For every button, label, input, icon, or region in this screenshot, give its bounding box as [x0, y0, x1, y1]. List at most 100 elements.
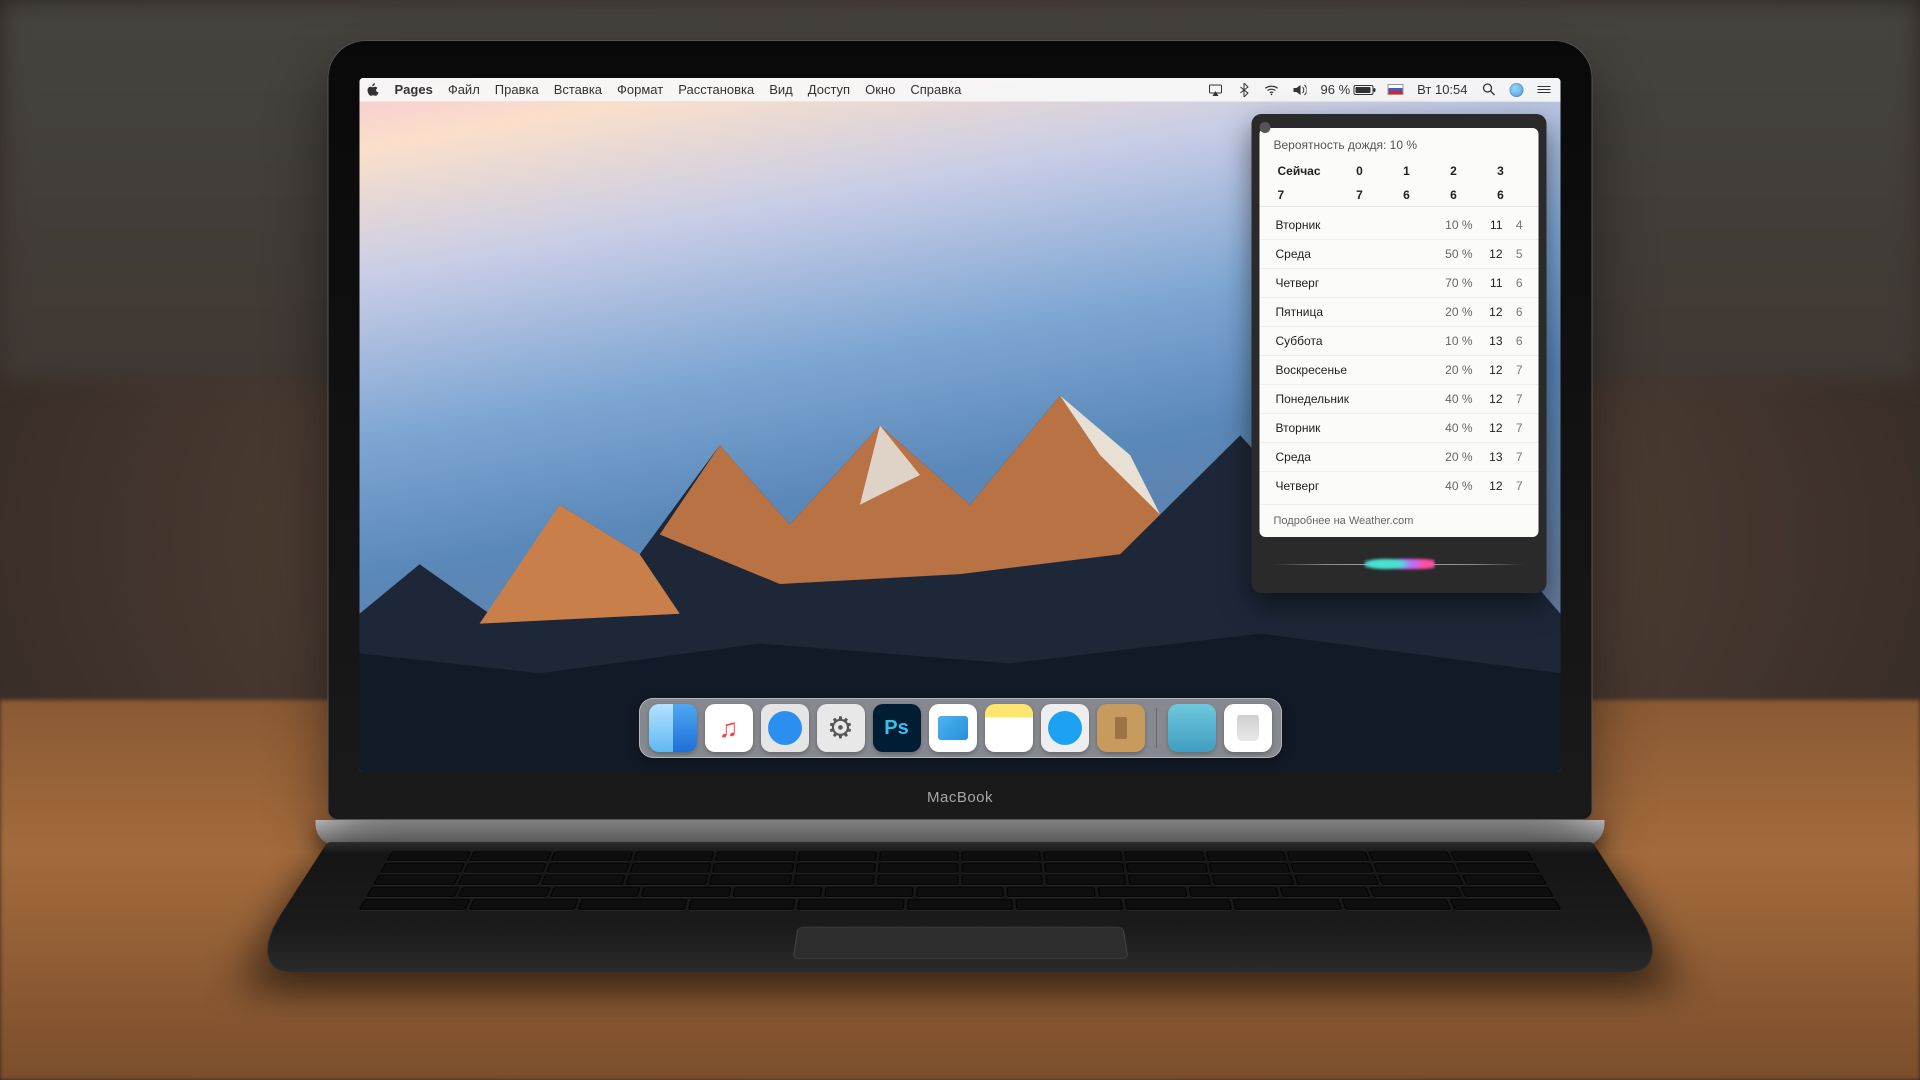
weather-day-row: Четверг40 %127 — [1260, 472, 1539, 500]
keyboard — [358, 851, 1561, 910]
menubar-item[interactable]: Формат — [617, 82, 663, 97]
dock-app-finder[interactable] — [649, 704, 697, 752]
weather-daily-list: Вторник10 %114Среда50 %125Четверг70 %116… — [1260, 206, 1539, 504]
dock-trash[interactable] — [1224, 704, 1272, 752]
laptop-base — [244, 842, 1677, 972]
siri-icon[interactable] — [1510, 83, 1524, 97]
dock-app-music[interactable] — [705, 704, 753, 752]
day-high: 12 — [1473, 305, 1503, 319]
weather-day-row: Вторник40 %127 — [1260, 414, 1539, 443]
day-low: 6 — [1503, 305, 1523, 319]
dock-app-safari[interactable] — [761, 704, 809, 752]
day-name: Среда — [1276, 450, 1427, 464]
weather-day-row: Среда20 %137 — [1260, 443, 1539, 472]
day-low: 7 — [1503, 421, 1523, 435]
day-precip: 10 % — [1427, 218, 1473, 232]
day-precip: 10 % — [1427, 334, 1473, 348]
battery-status[interactable]: 96 % — [1321, 82, 1374, 97]
dock-app-system-preferences[interactable] — [817, 704, 865, 752]
menubar-item[interactable]: Вставка — [554, 82, 602, 97]
weather-day-row: Суббота10 %136 — [1260, 327, 1539, 356]
weather-day-row: Пятница20 %126 — [1260, 298, 1539, 327]
menubar-item[interactable]: Правка — [495, 82, 539, 97]
day-high: 12 — [1473, 392, 1503, 406]
menubar-app-name[interactable]: Pages — [395, 82, 433, 97]
wifi-icon[interactable] — [1265, 83, 1279, 97]
menubar: Pages Файл Правка Вставка Формат Расстан… — [360, 78, 1561, 102]
dock-app-preview[interactable] — [929, 704, 977, 752]
input-source-flag-icon[interactable] — [1387, 84, 1403, 95]
day-low: 7 — [1503, 479, 1523, 493]
day-name: Понедельник — [1276, 392, 1427, 406]
day-high: 11 — [1473, 218, 1503, 232]
day-low: 6 — [1503, 334, 1523, 348]
day-precip: 50 % — [1427, 247, 1473, 261]
dock-app-displays[interactable] — [1168, 704, 1216, 752]
laptop-brand-label: MacBook — [927, 789, 993, 806]
volume-icon[interactable] — [1293, 83, 1307, 97]
weather-hour-values: 7 7 6 6 6 — [1260, 182, 1539, 206]
day-high: 11 — [1473, 276, 1503, 290]
siri-waveform-icon[interactable] — [1260, 543, 1539, 585]
day-name: Вторник — [1276, 421, 1427, 435]
apple-menu-icon[interactable] — [366, 83, 380, 97]
dock-app-notes[interactable] — [985, 704, 1033, 752]
day-name: Пятница — [1276, 305, 1427, 319]
weather-header: Вероятность дождя: 10 % — [1260, 128, 1539, 158]
weather-card: Вероятность дождя: 10 % Сейчас 0 1 2 3 7… — [1260, 128, 1539, 537]
day-precip: 40 % — [1427, 392, 1473, 406]
weather-footer-link[interactable]: Подробнее на Weather.com — [1260, 504, 1539, 537]
day-high: 13 — [1473, 450, 1503, 464]
day-low: 7 — [1503, 363, 1523, 377]
menubar-item[interactable]: Вид — [769, 82, 793, 97]
menubar-item[interactable]: Файл — [448, 82, 480, 97]
weather-day-row: Четверг70 %116 — [1260, 269, 1539, 298]
trackpad — [792, 927, 1128, 959]
day-high: 13 — [1473, 334, 1503, 348]
weather-hour-labels: Сейчас 0 1 2 3 — [1260, 158, 1539, 182]
notification-center-icon[interactable] — [1538, 86, 1551, 93]
dock-separator — [1156, 708, 1157, 748]
weather-day-row: Среда50 %125 — [1260, 240, 1539, 269]
menubar-clock[interactable]: Вт 10:54 — [1417, 82, 1467, 97]
day-low: 7 — [1503, 392, 1523, 406]
menubar-item[interactable]: Справка — [910, 82, 961, 97]
day-low: 5 — [1503, 247, 1523, 261]
day-precip: 70 % — [1427, 276, 1473, 290]
airplay-icon[interactable] — [1209, 83, 1223, 97]
day-precip: 20 % — [1427, 363, 1473, 377]
day-name: Четверг — [1276, 276, 1427, 290]
macos-screen: Pages Файл Правка Вставка Формат Расстан… — [360, 78, 1561, 772]
day-low: 4 — [1503, 218, 1523, 232]
day-low: 6 — [1503, 276, 1523, 290]
day-precip: 20 % — [1427, 450, 1473, 464]
weather-day-row: Воскресенье20 %127 — [1260, 356, 1539, 385]
siri-result-panel: Вероятность дождя: 10 % Сейчас 0 1 2 3 7… — [1252, 114, 1547, 593]
spotlight-icon[interactable] — [1482, 83, 1496, 97]
day-high: 12 — [1473, 421, 1503, 435]
day-name: Вторник — [1276, 218, 1427, 232]
day-high: 12 — [1473, 363, 1503, 377]
menubar-item[interactable]: Расстановка — [678, 82, 754, 97]
day-high: 12 — [1473, 479, 1503, 493]
weather-day-row: Вторник10 %114 — [1260, 211, 1539, 240]
bluetooth-icon[interactable] — [1237, 83, 1251, 97]
dock-app-twitter[interactable] — [1041, 704, 1089, 752]
menubar-item[interactable]: Окно — [865, 82, 895, 97]
dock — [639, 698, 1282, 758]
day-name: Четверг — [1276, 479, 1427, 493]
dock-app-photoshop[interactable] — [873, 704, 921, 752]
day-low: 7 — [1503, 450, 1523, 464]
day-precip: 40 % — [1427, 421, 1473, 435]
battery-percent: 96 % — [1321, 82, 1351, 97]
laptop: Pages Файл Правка Вставка Формат Расстан… — [328, 40, 1593, 1042]
day-high: 12 — [1473, 247, 1503, 261]
day-precip: 40 % — [1427, 479, 1473, 493]
day-precip: 20 % — [1427, 305, 1473, 319]
dock-app-contacts[interactable] — [1097, 704, 1145, 752]
day-name: Суббота — [1276, 334, 1427, 348]
weather-day-row: Понедельник40 %127 — [1260, 385, 1539, 414]
screen-bezel: Pages Файл Правка Вставка Формат Расстан… — [328, 40, 1593, 820]
close-icon[interactable] — [1260, 122, 1271, 133]
menubar-item[interactable]: Доступ — [808, 82, 850, 97]
